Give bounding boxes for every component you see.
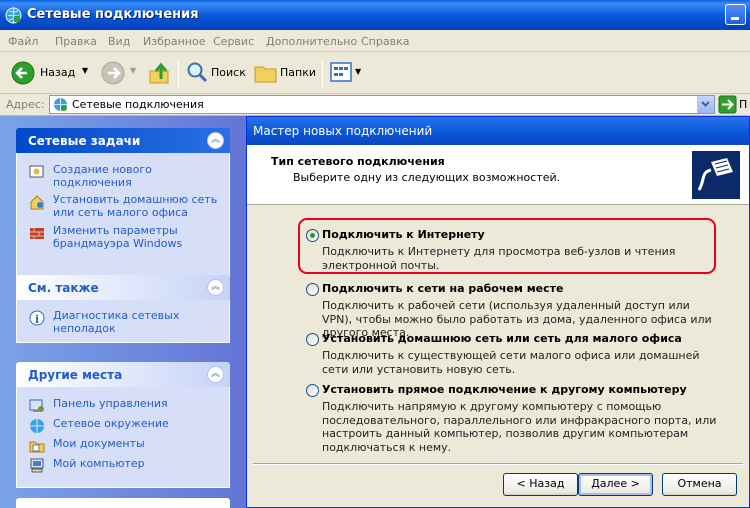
- option-radio-direct-connection[interactable]: [306, 384, 319, 397]
- forward-arrow-icon: [101, 61, 125, 85]
- menu-favorites[interactable]: Избранное: [143, 35, 205, 48]
- up-folder-button[interactable]: [146, 52, 174, 94]
- my-documents-icon: [29, 441, 45, 453]
- minimize-button[interactable]: [725, 4, 746, 25]
- search-label: Поиск: [211, 66, 246, 79]
- window-title: Сетевые подключения: [27, 7, 199, 22]
- network-places-icon: [30, 419, 44, 433]
- search-button[interactable]: Поиск: [184, 52, 248, 94]
- folders-label: Папки: [280, 66, 316, 79]
- network-connections-icon: [5, 7, 22, 24]
- collapse-icon[interactable]: ︽: [207, 279, 224, 296]
- wizard-header-subtitle: Выберите одну из следующих возможностей.: [293, 171, 561, 184]
- forward-button[interactable]: ▼: [98, 52, 142, 94]
- views-button[interactable]: ▼: [328, 52, 364, 94]
- network-tasks-panel: Сетевые задачи ︽ Создание нового подключ…: [16, 128, 230, 279]
- task-pane: Сетевые задачи ︽ Создание нового подключ…: [0, 116, 246, 508]
- firewall-icon: [30, 228, 44, 239]
- place-label: Сетевое окружение: [53, 417, 169, 430]
- menu-view[interactable]: Вид: [108, 35, 130, 48]
- forward-dropdown-icon[interactable]: ▼: [130, 66, 136, 75]
- address-bar: Адрес: Сетевые подключения П: [0, 94, 750, 116]
- task-label: Диагностика сетевых неполадок: [53, 309, 180, 335]
- other-places-panel: Другие места ︽ Панель управления Сетевое…: [16, 362, 230, 488]
- menu-tools[interactable]: Сервис: [213, 35, 254, 48]
- back-label: Назад: [40, 66, 76, 79]
- address-input[interactable]: Сетевые подключения: [49, 95, 715, 114]
- views-icon: [330, 62, 352, 82]
- window-title-bar[interactable]: Сетевые подключения: [0, 0, 750, 30]
- collapse-icon[interactable]: ︽: [207, 132, 224, 149]
- option-label[interactable]: Подключить к сети на рабочем месте: [322, 282, 564, 295]
- next-button[interactable]: Далее >: [578, 473, 653, 496]
- home-network-icon: [30, 195, 44, 210]
- place-label: Мои документы: [53, 437, 145, 450]
- place-label: Панель управления: [53, 397, 168, 410]
- back-dropdown-icon[interactable]: ▼: [82, 66, 88, 75]
- address-label: Адрес:: [6, 98, 45, 111]
- up-folder-icon: [149, 62, 169, 84]
- wizard-title: Мастер новых подключений: [253, 124, 433, 138]
- menu-bar: Файл Правка Вид Избранное Сервис Дополни…: [0, 30, 750, 52]
- go-label[interactable]: П: [739, 98, 747, 111]
- folders-icon: [254, 66, 277, 83]
- network-tasks-title: Сетевые задачи: [28, 134, 141, 148]
- back-wizard-button[interactable]: < Назад: [503, 473, 578, 496]
- cancel-button[interactable]: Отмена: [662, 473, 737, 496]
- see-also-panel: См. также ︽ i Диагностика сетевых непола…: [16, 275, 230, 343]
- info-icon: i: [29, 310, 45, 326]
- option-label[interactable]: Подключить к Интернету: [322, 228, 485, 241]
- new-connection-icon: [29, 165, 44, 178]
- wizard-title-bar[interactable]: Мастер новых подключений: [247, 117, 749, 145]
- next-panel-header[interactable]: [16, 498, 230, 508]
- network-cable-icon: [692, 151, 740, 199]
- menu-help[interactable]: Справка: [361, 35, 409, 48]
- folders-button[interactable]: Папки: [252, 52, 318, 94]
- toolbar: Назад ▼ ▼ Поиск Папки ▼: [0, 52, 750, 94]
- go-button[interactable]: [718, 95, 737, 114]
- menu-file[interactable]: Файл: [8, 35, 38, 48]
- other-places-title: Другие места: [28, 368, 123, 382]
- network-connections-small-icon: [54, 98, 67, 111]
- option-description: Подключить к Интернету для просмотра веб…: [322, 245, 676, 272]
- svg-text:i: i: [35, 313, 39, 326]
- other-places-header[interactable]: Другие места ︽: [16, 362, 230, 387]
- option-description: Подключить к существующей сети малого оф…: [322, 349, 700, 376]
- chevron-down-icon: [701, 101, 710, 107]
- menu-advanced[interactable]: Дополнительно: [266, 35, 357, 48]
- option-radio-workplace[interactable]: [306, 283, 319, 296]
- see-also-title: См. также: [28, 281, 99, 295]
- back-arrow-icon: [11, 61, 35, 85]
- my-computer-icon: [30, 458, 44, 473]
- back-button[interactable]: Назад ▼: [6, 52, 94, 94]
- address-dropdown-button[interactable]: [697, 96, 714, 113]
- search-icon: [187, 62, 208, 83]
- task-label: Установить домашнюю сеть или сеть малого…: [53, 193, 218, 219]
- wizard-header-title: Тип сетевого подключения: [271, 155, 445, 168]
- option-label[interactable]: Установить прямое подключение к другому …: [322, 383, 687, 396]
- control-panel-icon: [29, 399, 44, 412]
- collapse-icon[interactable]: ︽: [207, 366, 224, 383]
- option-label[interactable]: Установить домашнюю сеть или сеть для ма…: [322, 332, 682, 345]
- option-radio-home-network[interactable]: [306, 333, 319, 346]
- views-dropdown-icon[interactable]: ▼: [355, 67, 361, 76]
- task-label: Изменить параметры брандмауэра Windows: [53, 224, 183, 250]
- new-connection-wizard: Мастер новых подключений Тип сетевого по…: [246, 116, 750, 508]
- address-value: Сетевые подключения: [72, 98, 204, 111]
- option-description: Подключить напрямую к другому компьютеру…: [322, 400, 717, 454]
- place-label: Мой компьютер: [53, 457, 145, 470]
- wizard-divider: [253, 463, 743, 465]
- see-also-header[interactable]: См. также ︽: [16, 275, 230, 300]
- option-radio-internet[interactable]: [306, 229, 319, 242]
- wizard-header: Тип сетевого подключения Выберите одну и…: [247, 145, 749, 205]
- task-label: Создание нового подключения: [53, 163, 152, 189]
- menu-edit[interactable]: Правка: [55, 35, 97, 48]
- network-tasks-header[interactable]: Сетевые задачи ︽: [16, 128, 230, 153]
- go-arrow-icon: [718, 95, 737, 114]
